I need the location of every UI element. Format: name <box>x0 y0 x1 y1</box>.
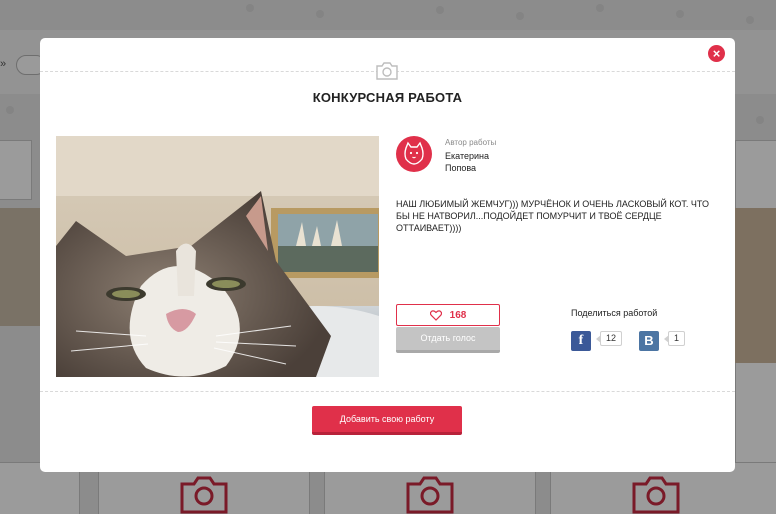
camera-icon <box>632 476 680 514</box>
contest-work-modal: × КОНКУРСНАЯ РАБОТА Автор работы Екатери… <box>40 38 735 472</box>
facebook-share-button[interactable]: f <box>571 331 591 351</box>
camera-icon <box>180 476 228 514</box>
cat-photo-image <box>56 136 379 377</box>
background-toggle-label: » <box>0 58 7 70</box>
vk-share-count: 1 <box>663 331 686 346</box>
close-button[interactable]: × <box>708 45 725 62</box>
likes-counter[interactable]: 168 <box>396 304 500 326</box>
footer-divider <box>40 391 735 392</box>
page-title: КОНКУРСНАЯ РАБОТА <box>312 90 463 105</box>
author-name: Екатерина Попова <box>445 150 489 174</box>
facebook-share-count: 12 <box>595 331 623 346</box>
cat-icon <box>404 141 424 165</box>
vk-share-button[interactable]: В <box>639 331 659 351</box>
vk-icon: В <box>644 333 654 348</box>
author-caption: Автор работы <box>445 138 497 147</box>
author-last-name: Попова <box>445 163 477 173</box>
work-description: НАШ ЛЮБИМЫЙ ЖЕМЧУГ))) МУРЧЁНОК И ОЧЕНЬ Л… <box>396 199 710 233</box>
camera-icon <box>406 476 454 514</box>
likes-count: 168 <box>449 309 467 321</box>
camera-icon <box>376 62 398 80</box>
vote-button[interactable]: Отдать голос <box>396 327 500 353</box>
close-icon: × <box>712 46 721 61</box>
background-card <box>0 140 32 200</box>
avatar <box>396 136 432 172</box>
heart-icon <box>429 309 442 321</box>
facebook-icon: f <box>578 333 584 348</box>
share-title: Поделиться работой <box>571 308 658 318</box>
contest-photo[interactable] <box>56 136 379 377</box>
add-work-button[interactable]: Добавить свою работу <box>312 406 462 435</box>
author-first-name: Екатерина <box>445 151 489 161</box>
background-thumbnail <box>735 208 776 363</box>
background-thumbnail <box>0 208 40 326</box>
